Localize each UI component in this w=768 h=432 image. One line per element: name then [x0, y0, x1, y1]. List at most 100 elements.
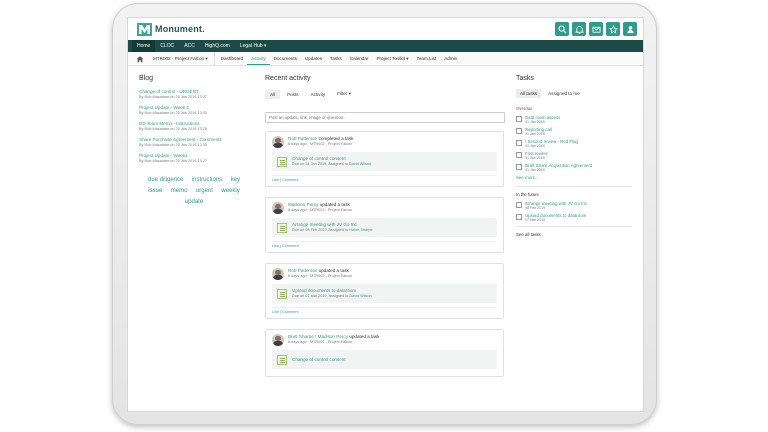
- see-all-tasks-link[interactable]: See all tasks: [516, 226, 632, 237]
- post-update-input[interactable]: [265, 112, 505, 123]
- tab-project-toolkit[interactable]: Project Toolkit ▾: [372, 52, 412, 65]
- app-screen: Monument. Home CLOC ACC HighQ.com Legal …: [128, 18, 643, 411]
- tasks-tabs: All tasks Assigned to me: [516, 89, 632, 98]
- overdue-label: Overdue: [516, 106, 533, 111]
- tab-calendar[interactable]: Calendar: [346, 52, 373, 65]
- task-meta: Due on 08 Feb 2019, Assigned to Helen Sh…: [292, 228, 373, 233]
- card-header: Brett Sharpe ! Madison Percy updated a t…: [272, 334, 497, 346]
- nav-item-highq[interactable]: HighQ.com: [200, 40, 235, 52]
- tag-link[interactable]: update: [185, 199, 203, 205]
- see-more-link[interactable]: See more...: [516, 175, 632, 187]
- tag-link[interactable]: instructions: [192, 177, 222, 183]
- filter-activity[interactable]: Activity: [306, 90, 331, 99]
- tag-link[interactable]: urgent: [196, 188, 213, 194]
- task-summary[interactable]: Change of control consent Due on 24 Jan …: [272, 152, 497, 171]
- tab-dashboard[interactable]: Dashboard: [217, 52, 247, 65]
- task-due: Due on 07 Mar 2019, Assigned to: [292, 294, 350, 298]
- actor-link[interactable]: Rob Patterson: [288, 268, 317, 273]
- actor-link[interactable]: Rob Patterson: [288, 136, 317, 141]
- task-item: First review 31 Jan 2019: [516, 151, 632, 160]
- like-comment-links[interactable]: Like | Comment: [272, 175, 497, 183]
- home-icon[interactable]: [136, 55, 144, 63]
- task-item: Data room access 31 Jan 2019: [516, 115, 632, 124]
- tab-admin[interactable]: Admin: [440, 52, 461, 65]
- task-item: Draft Share Acquisition Agreement 31 Jan …: [516, 163, 632, 172]
- tag-link[interactable]: issue: [148, 188, 162, 194]
- blog-item-meta: By Rob Macadam on 25 Jan 2019 13:30: [139, 111, 207, 115]
- task-item: Arrange meeting with JV Go Inc 08 Feb 201…: [516, 201, 632, 210]
- activity-filters: All Posts Activity Filter ▾: [265, 89, 505, 99]
- task-checkbox[interactable]: [516, 116, 522, 122]
- card-header: Madison Percy updated a task 6 days ago …: [272, 202, 497, 214]
- tab-updates[interactable]: Updates: [301, 52, 326, 65]
- task-checkbox[interactable]: [516, 152, 522, 158]
- star-icon: [608, 24, 618, 34]
- card-timestamp: 6 days ago · MTR002 - Project Falcon: [288, 340, 353, 344]
- tasks-title: Tasks: [516, 75, 534, 82]
- task-checkbox[interactable]: [516, 140, 522, 146]
- tab-tasks[interactable]: Tasks: [326, 52, 346, 65]
- task-summary[interactable]: Upload documents to dataroom Due on 07 M…: [272, 284, 497, 303]
- search-button[interactable]: [555, 22, 569, 36]
- task-meta: Due on 24 Jan 2019, Assigned to David Wi…: [292, 162, 371, 167]
- task-checkbox[interactable]: [516, 164, 522, 170]
- logo[interactable]: Monument.: [137, 22, 205, 36]
- card-timestamp: 6 days ago · MTR002 - Project Falcon: [288, 274, 353, 278]
- tag-link[interactable]: due diligence: [148, 177, 183, 183]
- filter-dropdown[interactable]: Filter ▾: [332, 89, 356, 99]
- action-text: updated a task: [317, 268, 349, 273]
- like-comment-links[interactable]: Like | Comment: [272, 307, 497, 315]
- notifications-button[interactable]: [572, 22, 586, 36]
- tab-assigned-to-me[interactable]: Assigned to me: [544, 89, 584, 98]
- task-summary[interactable]: Arrange meeting with JV Go Inc Due on 08…: [272, 218, 497, 237]
- tag-link[interactable]: memo: [171, 188, 188, 194]
- avatar[interactable]: [272, 202, 284, 214]
- favourites-button[interactable]: [606, 22, 620, 36]
- actor-link[interactable]: Madison Percy: [318, 334, 348, 339]
- task-checkbox[interactable]: [516, 128, 522, 134]
- actor-link[interactable]: Brett Sharpe !: [288, 334, 318, 339]
- task-item: ! Second review - Red Flag 31 Jan 2019: [516, 139, 632, 148]
- messages-button[interactable]: [589, 22, 603, 36]
- blog-item-meta: By Rob Macadam on 25 Jan 2019 13:28: [139, 127, 207, 131]
- top-bar: Monument.: [128, 18, 643, 40]
- project-selector[interactable]: MTR002 - Project Falcon ▾: [149, 52, 215, 65]
- task-meta: Due on 07 Mar 2019, Assigned to David Wi…: [292, 294, 372, 299]
- activity-card: Madison Percy updated a task 6 days ago …: [265, 197, 504, 253]
- tab-activity[interactable]: Activity: [247, 53, 270, 65]
- filter-all[interactable]: All: [265, 89, 281, 99]
- tab-team-list[interactable]: Team List: [413, 52, 441, 65]
- task-checkbox[interactable]: [516, 214, 522, 220]
- tab-all-tasks[interactable]: All tasks: [516, 89, 542, 98]
- task-list-icon: [277, 222, 287, 233]
- actor-link[interactable]: Madison Percy: [288, 202, 318, 207]
- avatar[interactable]: [272, 268, 284, 280]
- activity-panel: Recent activity All Posts Activity Filte…: [265, 75, 505, 387]
- task-assignee[interactable]: David Wilson: [349, 294, 371, 298]
- task-summary[interactable]: Change of control consent: [272, 350, 497, 369]
- tab-documents[interactable]: Documents: [270, 52, 301, 65]
- nav-item-acc[interactable]: ACC: [179, 40, 200, 52]
- nav-item-cloc[interactable]: CLOC: [155, 40, 179, 52]
- blog-item: Project Update - Week1 By Rob Macadam on…: [139, 153, 249, 164]
- nav-item-legal-hub[interactable]: Legal Hub ▾: [235, 40, 272, 52]
- user-menu-button[interactable]: [623, 22, 637, 36]
- tag-link[interactable]: weekly: [221, 188, 239, 194]
- blog-item: Project Update - Week 2 By Rob Macadam o…: [139, 105, 249, 116]
- blog-item: Share Purchase Agreement - Comments By R…: [139, 137, 249, 148]
- tag-link[interactable]: key: [231, 177, 240, 183]
- task-checkbox[interactable]: [516, 202, 522, 208]
- tag-cloud: due diligence instructions key issue mem…: [139, 173, 249, 206]
- bell-icon: [574, 25, 584, 34]
- task-assignee[interactable]: Helen Sharpe: [349, 228, 372, 232]
- filter-posts[interactable]: Posts: [282, 90, 304, 99]
- task-title[interactable]: Change of control consent: [292, 357, 346, 363]
- like-comment-links[interactable]: Like | Comment: [272, 241, 497, 249]
- mail-icon: [591, 26, 601, 33]
- nav-item-home[interactable]: Home: [132, 40, 156, 52]
- task-assignee[interactable]: David Wilson: [349, 162, 371, 166]
- avatar[interactable]: [272, 136, 284, 148]
- task-due: Due on 24 Jan 2019, Assigned to: [292, 162, 349, 166]
- monument-logo-icon: [137, 22, 152, 36]
- avatar[interactable]: [272, 334, 284, 346]
